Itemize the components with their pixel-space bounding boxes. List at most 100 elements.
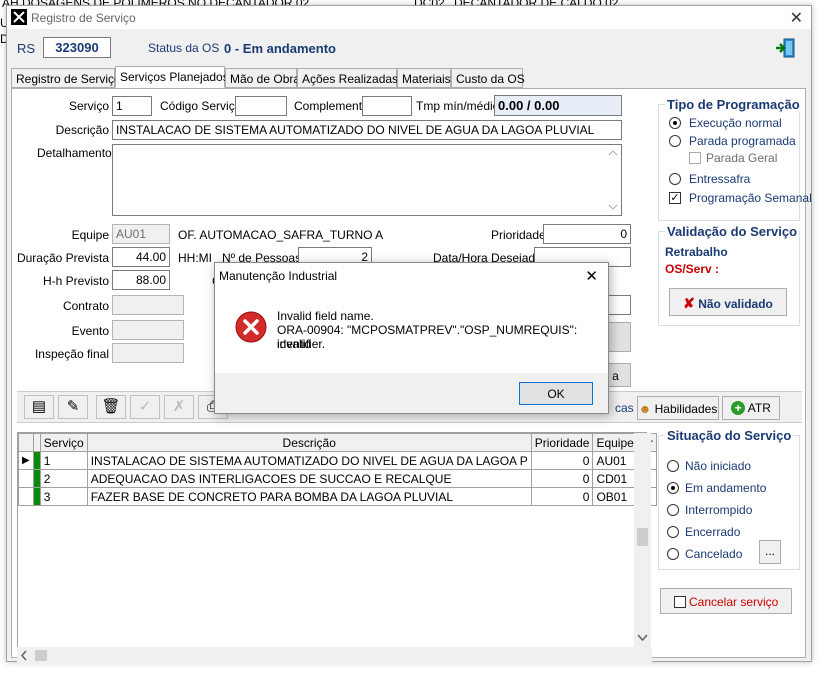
tab-custo-da-os[interactable]: Custo da OS: [451, 68, 525, 88]
dialog-close-button[interactable]: ✕: [585, 267, 598, 285]
tab-registro-servico[interactable]: Registro de Serviço: [11, 68, 121, 88]
encerrado-label: Encerrado: [685, 525, 741, 539]
edit-doc-icon[interactable]: ✎: [58, 395, 88, 419]
validacao-group: Validação do Serviço Retrabalho OS/Serv …: [658, 224, 800, 326]
duracao-unit: HH:MI: [178, 251, 212, 265]
table-row[interactable]: 2 ADEQUACAO DAS INTERLIGACOES DE SUCCAO …: [18, 469, 657, 488]
col-equipe[interactable]: Equipe: [592, 433, 638, 452]
grid-horizontal-scrollbar[interactable]: [17, 647, 652, 664]
tmp-medio-field[interactable]: 0.00 / 0.00: [494, 95, 622, 116]
nao-validado-button[interactable]: ✘ Não validado: [669, 288, 787, 316]
equipe-field[interactable]: AU01: [112, 224, 170, 244]
tab-acoes-realizadas[interactable]: Ações Realizadas: [297, 68, 398, 88]
em-andamento-label: Em andamento: [685, 481, 767, 495]
habilidades-button[interactable]: ☻ Habilidades: [637, 396, 719, 420]
cancelar-servico-label: Cancelar serviço: [688, 595, 779, 609]
descricao-field[interactable]: INSTALACAO DE SISTEMA AUTOMATIZADO DO NI…: [112, 120, 622, 140]
servico-label: Serviço: [68, 99, 109, 113]
window-title: Registro de Serviço: [31, 11, 136, 25]
programacao-semanal-label: Programação Semanal: [689, 191, 812, 205]
prioridade-label: Prioridade: [491, 228, 546, 242]
atr-button[interactable]: + ATR: [722, 396, 780, 420]
status-cell: [32, 469, 41, 488]
title-bar: Registro de Serviço ✕: [7, 6, 811, 29]
codigo-servico-label: Código Serviço: [160, 99, 242, 113]
radio-cancelado[interactable]: [667, 548, 679, 560]
checkbox-parada-geral[interactable]: [689, 152, 701, 164]
detalhamento-textarea[interactable]: [112, 144, 622, 216]
col-descricao[interactable]: Descrição: [86, 433, 532, 452]
exit-door-icon[interactable]: [775, 37, 797, 59]
radio-encerrado[interactable]: [667, 526, 679, 538]
row-indicator: [18, 487, 34, 506]
nao-iniciado-label: Não iniciado: [685, 459, 752, 473]
validacao-title: Validação do Serviço: [665, 224, 800, 239]
servico-field[interactable]: 1: [112, 96, 152, 116]
inspecao-final-label: Inspeção final: [34, 347, 109, 361]
tab-servicos-planejados[interactable]: Serviços Planejados: [115, 66, 229, 88]
nao-validado-label: Não validado: [698, 297, 773, 311]
codigo-servico-field[interactable]: [235, 96, 287, 116]
add-icon: +: [731, 401, 746, 415]
contrato-label: Contrato: [62, 299, 109, 313]
status-label: Status da OS: [148, 41, 220, 55]
checkbox-programacao-semanal[interactable]: ✓: [669, 192, 681, 204]
grid-vertical-scrollbar[interactable]: [634, 433, 651, 649]
table-row[interactable]: ▶ 1 INSTALACAO DE SISTEMA AUTOMATIZADO D…: [18, 451, 657, 470]
hh-previsto-field[interactable]: 88.00: [112, 270, 170, 290]
tipo-programacao-title: Tipo de Programação: [665, 97, 802, 112]
col-servico[interactable]: Serviço: [39, 433, 88, 452]
new-doc-icon[interactable]: ▤: [24, 395, 54, 419]
cell-servico: 1: [39, 451, 88, 470]
cancelar-checkbox: [673, 596, 686, 608]
people-icon: ☻: [638, 402, 652, 416]
radio-em-andamento[interactable]: [667, 482, 679, 494]
status-cell: [32, 487, 41, 506]
window-close-button[interactable]: ✕: [790, 8, 803, 28]
radio-nao-iniciado[interactable]: [667, 460, 679, 472]
descricao-label: Descrição: [55, 123, 109, 137]
cancelado-label: Cancelado: [685, 547, 743, 561]
dialog-title: Manutenção Industrial: [219, 269, 338, 283]
radio-parada-programada[interactable]: [669, 135, 681, 147]
table-row[interactable]: 3 FAZER BASE DE CONCRETO PARA BOMBA DA L…: [18, 487, 657, 506]
x-icon: ✘: [683, 295, 695, 311]
contrato-field[interactable]: [112, 295, 184, 315]
tmp-medio-label: Tmp mín/médio: [416, 99, 500, 113]
radio-interrompido[interactable]: [667, 504, 679, 516]
inspecao-final-field[interactable]: [112, 343, 184, 363]
cancelar-servico-button[interactable]: Cancelar serviço: [660, 588, 792, 614]
confirm-icon[interactable]: ✓: [130, 395, 160, 419]
cancel-icon[interactable]: ✗: [164, 395, 194, 419]
cell-equipe: OB01: [592, 487, 638, 506]
error-message-line3: identifier.: [277, 337, 326, 351]
cancelado-more-button[interactable]: ...: [759, 540, 781, 564]
cell-descricao: INSTALACAO DE SISTEMA AUTOMATIZADO DO NI…: [86, 451, 532, 470]
row-indicator: [18, 469, 34, 488]
situacao-title: Situação do Serviço: [665, 428, 794, 443]
duracao-prevista-field[interactable]: 44.00: [112, 247, 170, 267]
col-prioridade[interactable]: Prioridade: [530, 433, 594, 452]
cell-descricao: ADEQUACAO DAS INTERLIGACOES DE SUCCAO E …: [86, 469, 532, 488]
execucao-normal-label: Execução normal: [689, 116, 782, 130]
cell-servico: 3: [39, 487, 88, 506]
detalhamento-scrollbar[interactable]: [605, 145, 621, 215]
radio-execucao-normal[interactable]: [669, 117, 681, 129]
tab-mao-de-obra[interactable]: Mão de Obra: [225, 68, 300, 88]
trash-icon[interactable]: 🗑: [96, 395, 126, 419]
evento-field[interactable]: [112, 320, 184, 340]
tab-materiais[interactable]: Materiais: [397, 68, 451, 88]
servicos-grid: Serviço Descrição Prioridade Equipe Pr ▶…: [17, 432, 657, 649]
error-message-line1: Invalid field name.: [277, 309, 374, 323]
complemento-field[interactable]: [362, 96, 412, 116]
app-icon: [11, 9, 27, 25]
cell-equipe: CD01: [592, 469, 638, 488]
rs-number-field[interactable]: 323090: [43, 37, 111, 58]
equipe-label: Equipe: [71, 228, 109, 242]
os-serv-label: OS/Serv :: [665, 262, 720, 276]
ok-button[interactable]: OK: [519, 382, 593, 405]
prioridade-field[interactable]: 0: [543, 224, 631, 244]
radio-entressafra[interactable]: [669, 173, 681, 185]
interrompido-label: Interrompido: [685, 503, 753, 517]
detalhamento-label: Detalhamento: [37, 146, 112, 160]
